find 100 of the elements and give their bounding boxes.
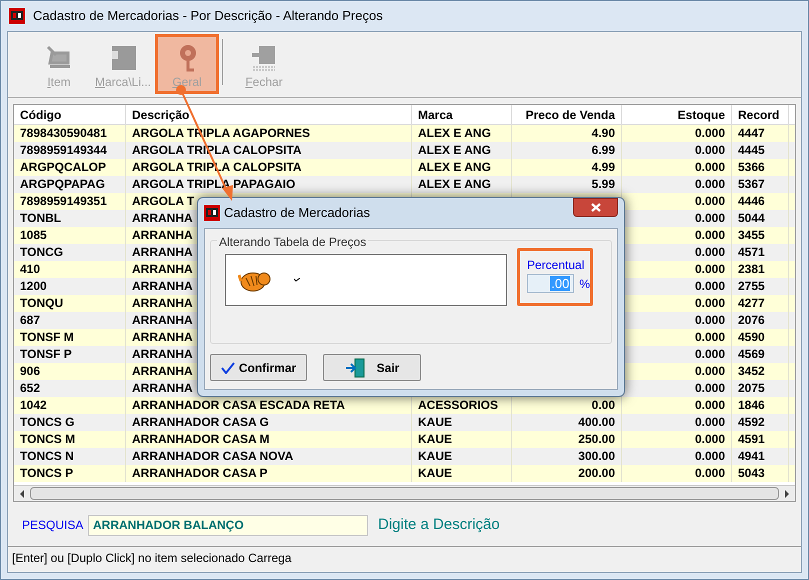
table-cell: 0.000	[694, 432, 725, 446]
table-cell: 0.00	[592, 398, 615, 412]
table-cell: 4.99	[592, 160, 615, 174]
close-button[interactable]	[573, 198, 618, 217]
table-cell: ALEX E ANG	[418, 126, 491, 140]
table-cell: ARRANHA	[132, 313, 193, 327]
table-cell: 6.99	[592, 143, 615, 157]
table-cell: ARRANHA	[132, 347, 193, 361]
table-cell: 0.000	[694, 126, 725, 140]
table-cell: 4941	[738, 449, 765, 463]
confirm-button[interactable]: Confirmar	[210, 354, 307, 381]
table-cell: ARRANHADOR CASA P	[132, 466, 268, 480]
table-cell: 400.00	[578, 415, 615, 429]
table-cell: ARRANHA	[132, 279, 193, 293]
table-cell: ARRANHADOR CASA G	[132, 415, 269, 429]
table-cell: 0.000	[694, 194, 725, 208]
table-cell: ARRANHADOR CASA NOVA	[132, 449, 294, 463]
column-header[interactable]: Marca	[412, 105, 512, 124]
table-cell: 0.000	[694, 398, 725, 412]
table-cell: ARRANHA	[132, 211, 193, 225]
column-header[interactable]: Preco de Venda	[512, 105, 622, 124]
table-cell: 0.000	[694, 364, 725, 378]
window-title: Cadastro de Mercadorias - Por Descrição - Alterando Preços	[33, 7, 383, 26]
table-cell: TONCG	[20, 245, 64, 259]
app-icon	[9, 8, 25, 24]
table-cell: KAUE	[418, 449, 452, 463]
table-cell: 300.00	[578, 449, 615, 463]
table-cell: 0.000	[694, 177, 725, 191]
table-cell: 3452	[738, 364, 765, 378]
percent-label: Percentual	[527, 257, 586, 274]
checkmark-icon	[220, 362, 235, 374]
dialog-title: Cadastro de Mercadorias	[224, 204, 370, 222]
table-cell: 4591	[738, 432, 765, 446]
table-cell: TONCS N	[20, 449, 74, 463]
table-cell: 7898959149351	[20, 194, 107, 208]
table-cell: 2755	[738, 279, 765, 293]
table-cell: ARRANHA	[132, 228, 193, 242]
table-cell: ARGPQCALOP	[20, 160, 106, 174]
percent-unit: %	[579, 276, 590, 292]
table-cell: ARRANHADOR CASA M	[132, 432, 270, 446]
table-cell: TONCS M	[20, 432, 76, 446]
table-cell: 1846	[738, 398, 765, 412]
table-cell: 0.000	[694, 347, 725, 361]
table-cell: 5.99	[592, 177, 615, 191]
table-cell: 1085	[20, 228, 47, 242]
table-cell: 410	[20, 262, 40, 276]
table-cell: 4569	[738, 347, 765, 361]
table-cell: KAUE	[418, 466, 452, 480]
table-cell: KAUE	[418, 415, 452, 429]
table-cell: ARRANHA	[132, 381, 193, 395]
scrollbar-thumb[interactable]	[30, 487, 779, 500]
table-cell: 5044	[738, 211, 765, 225]
table-cell: 0.000	[694, 313, 725, 327]
app-icon	[204, 205, 220, 221]
exit-button[interactable]: Sair	[323, 354, 421, 381]
table-cell: 0.000	[694, 296, 725, 310]
horizontal-scrollbar[interactable]	[14, 485, 795, 501]
table-cell: ARRANHA	[132, 262, 193, 276]
close-icon	[590, 203, 600, 212]
table-cell: 906	[20, 364, 40, 378]
table-cell: 0.000	[694, 160, 725, 174]
table-cell: ALEX E ANG	[418, 160, 491, 174]
table-cell: 4571	[738, 245, 765, 259]
table-cell: 7898959149344	[20, 143, 107, 157]
table-cell: 5043	[738, 466, 765, 480]
table-cell: ARRANHA	[132, 245, 193, 259]
column-header[interactable]: Record	[732, 105, 789, 124]
table-cell: 0.000	[694, 245, 725, 259]
table-cell: 5367	[738, 177, 765, 191]
table-cell: TONCS P	[20, 466, 74, 480]
search-field[interactable]: ARRANHADOR BALANÇO	[88, 514, 368, 536]
table-cell: TONSF P	[20, 347, 72, 361]
table-cell: 2381	[738, 262, 765, 276]
column-header[interactable]: Estoque	[622, 105, 732, 124]
table-cell: 4446	[738, 194, 765, 208]
table-cell: 2075	[738, 381, 765, 395]
table-cell: 0.000	[694, 211, 725, 225]
percent-value: .00	[550, 276, 570, 291]
table-cell: 4445	[738, 143, 765, 157]
table-cell: ARRANHADOR CASA ESCADA RETA	[132, 398, 345, 412]
table-cell: 4447	[738, 126, 765, 140]
table-cell: ALEX E ANG	[418, 143, 491, 157]
table-cell: 0.000	[694, 415, 725, 429]
table-cell: 0.000	[694, 228, 725, 242]
door-icon	[344, 356, 367, 378]
table-cell: 0.000	[694, 279, 725, 293]
table-cell: TONCS G	[20, 415, 74, 429]
search-hint: Digite a Descrição	[378, 514, 500, 535]
table-cell: ACESSORIOS	[418, 398, 498, 412]
table-cell: 0.000	[694, 330, 725, 344]
table-cell: ARGPQPAPAG	[20, 177, 105, 191]
column-header[interactable]: Código	[14, 105, 126, 124]
table-cell: 5366	[738, 160, 765, 174]
table-cell: 0.000	[694, 381, 725, 395]
table-cell: ARRANHA	[132, 364, 193, 378]
table-cell: 4277	[738, 296, 765, 310]
table-cell: 1200	[20, 279, 47, 293]
table-cell: 0.000	[694, 143, 725, 157]
table-cell: 4.90	[592, 126, 615, 140]
column-header[interactable]: Descrição	[126, 105, 412, 124]
